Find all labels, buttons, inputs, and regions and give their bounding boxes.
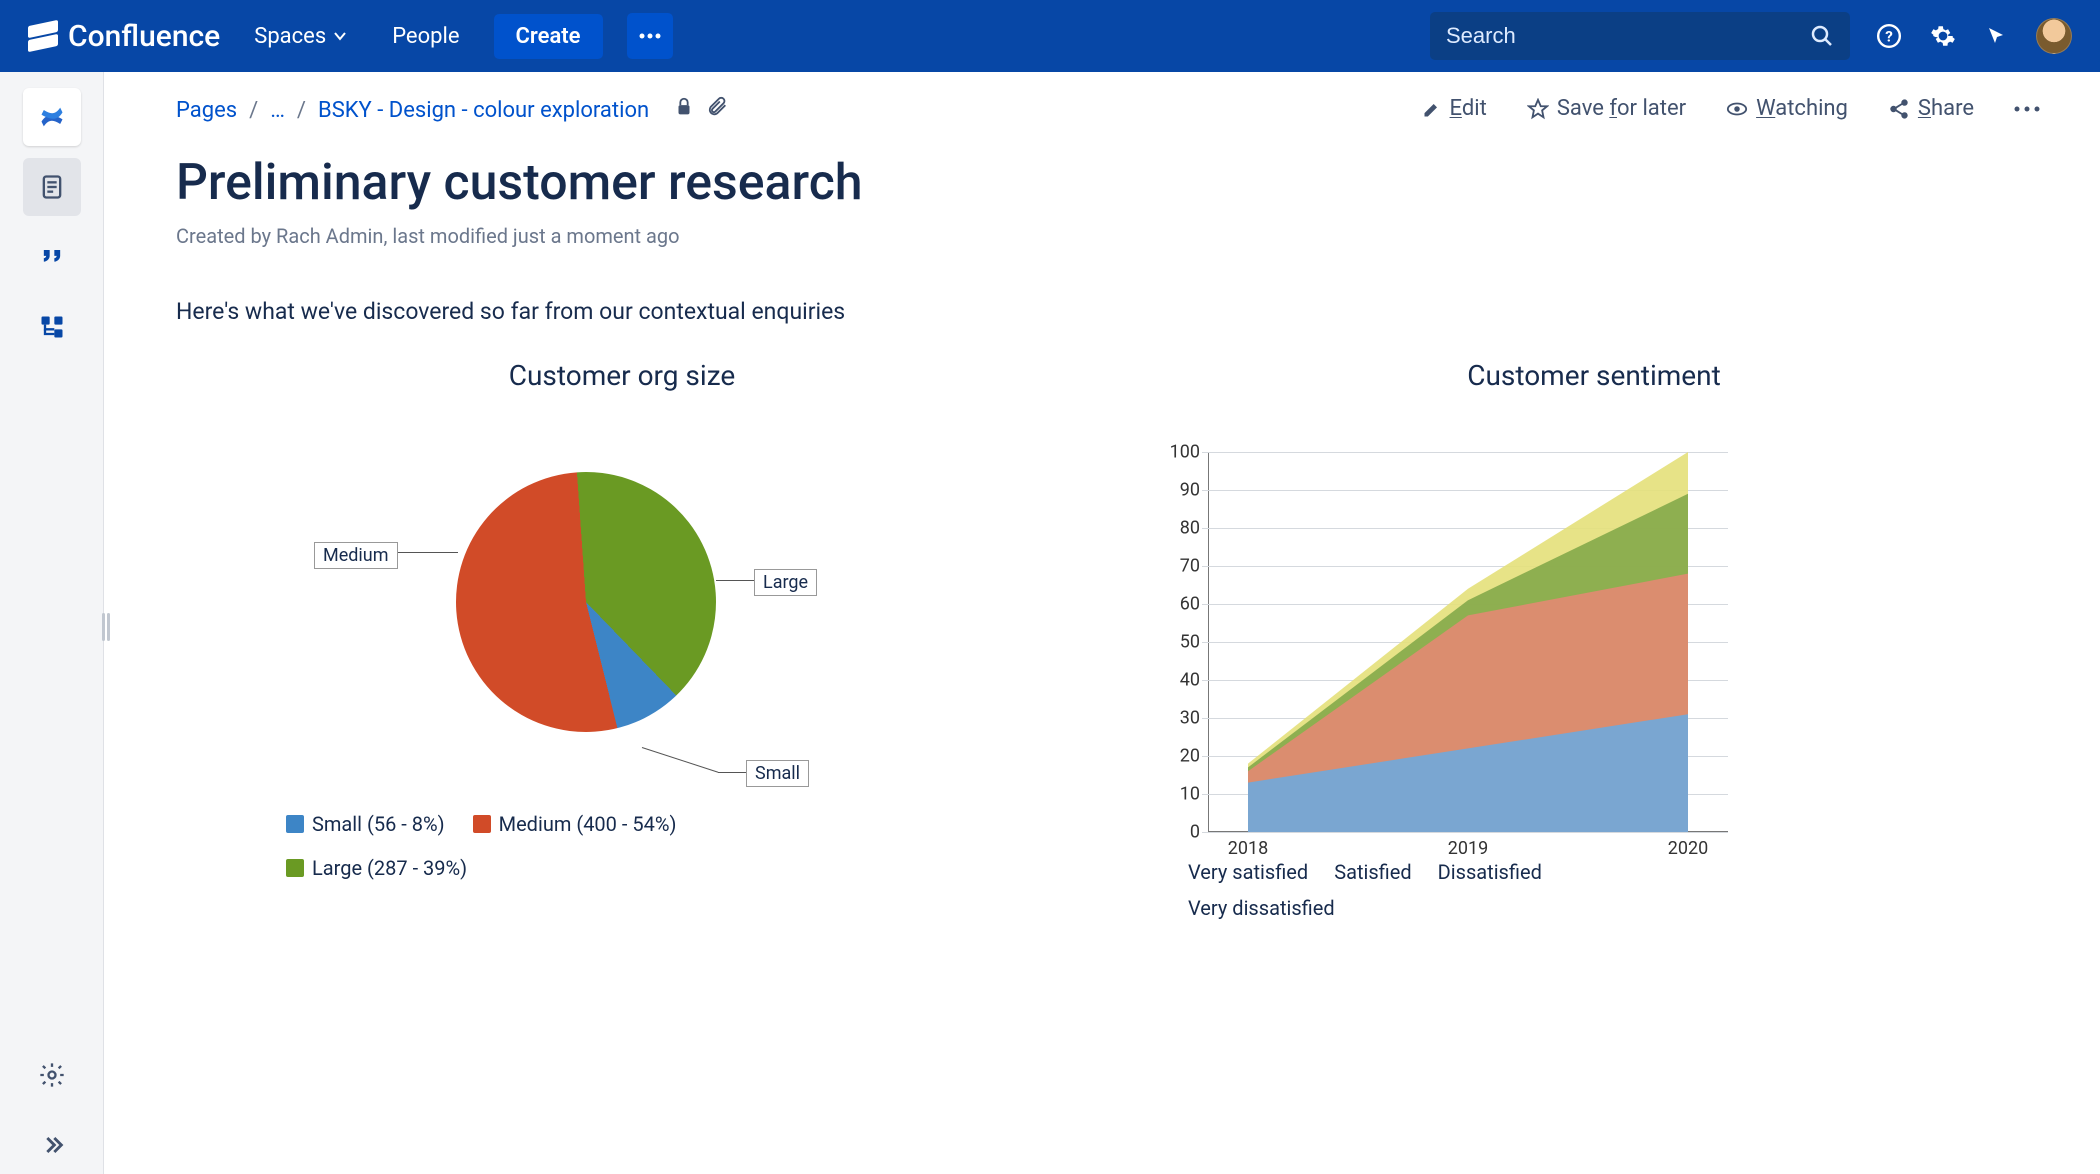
legend-item-satisfied: Satisfied: [1334, 860, 1411, 884]
chart-customer-org-size: Customer org size Medium Large Small Sma…: [176, 359, 1068, 920]
sidebar-expand[interactable]: [23, 1116, 81, 1174]
create-button[interactable]: Create: [494, 14, 603, 59]
pie-chart: [447, 463, 725, 741]
star-icon: [1527, 98, 1549, 120]
pie-label-large: Large: [754, 569, 817, 596]
top-nav: Confluence Spaces People Create ?: [0, 0, 2100, 72]
app-logo[interactable]: Confluence: [28, 19, 220, 54]
watching-button[interactable]: Watching: [1726, 96, 1848, 121]
legend-item-dissatisfied: Dissatisfied: [1438, 860, 1542, 884]
create-button-label: Create: [516, 24, 581, 49]
sidebar-item-tree[interactable]: [23, 298, 81, 356]
chart-title-org-size: Customer org size: [176, 359, 1068, 392]
edit-button[interactable]: Edit: [1422, 96, 1487, 121]
area-legend: Very satisfied Satisfied Dissatisfied Ve…: [1148, 860, 1708, 920]
sidebar: [0, 72, 104, 1174]
confluence-small-icon: [38, 103, 66, 131]
confluence-icon: [28, 21, 58, 51]
chevron-down-icon: [332, 28, 348, 44]
intro-text: Here's what we've discovered so far from…: [176, 298, 2040, 325]
chart-title-sentiment: Customer sentiment: [1148, 359, 2040, 392]
legend-item-very-satisfied: Very satisfied: [1188, 860, 1308, 884]
ellipsis-icon: [2014, 106, 2040, 112]
gear-icon: [38, 1061, 66, 1089]
sidebar-item-space-home[interactable]: [23, 88, 81, 146]
save-for-later-button[interactable]: Save for later: [1527, 96, 1686, 121]
pencil-icon: [1422, 99, 1442, 119]
breadcrumb-current[interactable]: BSKY - Design - colour exploration: [318, 98, 649, 123]
breadcrumb-ellipsis[interactable]: …: [270, 98, 285, 123]
breadcrumb-pages[interactable]: Pages: [176, 98, 237, 123]
quote-icon: [38, 243, 66, 271]
nav-spaces-label: Spaces: [254, 24, 326, 49]
restrictions-icon[interactable]: [673, 96, 695, 124]
search-box[interactable]: [1430, 12, 1850, 60]
pie-label-medium: Medium: [314, 542, 398, 569]
eye-icon: [1726, 98, 1748, 120]
nav-people-label: People: [392, 24, 459, 49]
brand-name: Confluence: [68, 19, 220, 54]
notifications-icon[interactable]: [1982, 21, 2012, 51]
search-icon: [1810, 24, 1834, 48]
more-actions-button[interactable]: [2014, 106, 2040, 112]
share-button[interactable]: Share: [1888, 96, 1974, 121]
legend-item-very-dissatisfied: Very dissatisfied: [1188, 896, 1335, 920]
chart-customer-sentiment: Customer sentiment 010203040506070809010…: [1148, 359, 2040, 920]
sidebar-item-space-settings[interactable]: [23, 1046, 81, 1104]
page-title: Preliminary customer research: [176, 154, 2040, 212]
page-byline: Created by Rach Admin, last modified jus…: [176, 224, 2040, 248]
page-content: Pages / … / BSKY - Design - colour explo…: [104, 72, 2100, 1174]
pie-legend: Small (56 - 8%) Medium (400 - 54%) Large…: [176, 812, 756, 880]
sidebar-item-pages[interactable]: [23, 158, 81, 216]
sidebar-item-blog[interactable]: [23, 228, 81, 286]
help-icon[interactable]: ?: [1874, 21, 1904, 51]
page-icon: [38, 173, 66, 201]
expand-icon: [38, 1131, 66, 1159]
nav-spaces[interactable]: Spaces: [244, 24, 358, 49]
settings-icon[interactable]: [1928, 21, 1958, 51]
legend-item-small: Small (56 - 8%): [286, 812, 445, 836]
avatar[interactable]: [2036, 18, 2072, 54]
create-more-button[interactable]: [627, 13, 673, 59]
page-actions: Edit Save for later Watching Share: [1422, 96, 2040, 121]
legend-item-medium: Medium (400 - 54%): [473, 812, 677, 836]
area-chart: 0102030405060708090100201820192020: [1208, 452, 1728, 832]
tree-icon: [38, 313, 66, 341]
legend-item-large: Large (287 - 39%): [286, 856, 467, 880]
nav-people[interactable]: People: [382, 24, 469, 49]
share-icon: [1888, 98, 1910, 120]
pie-label-small: Small: [746, 760, 809, 787]
attachments-icon[interactable]: [707, 96, 729, 124]
svg-text:?: ?: [1885, 27, 1893, 45]
search-input[interactable]: [1446, 23, 1810, 49]
ellipsis-icon: [639, 33, 661, 39]
